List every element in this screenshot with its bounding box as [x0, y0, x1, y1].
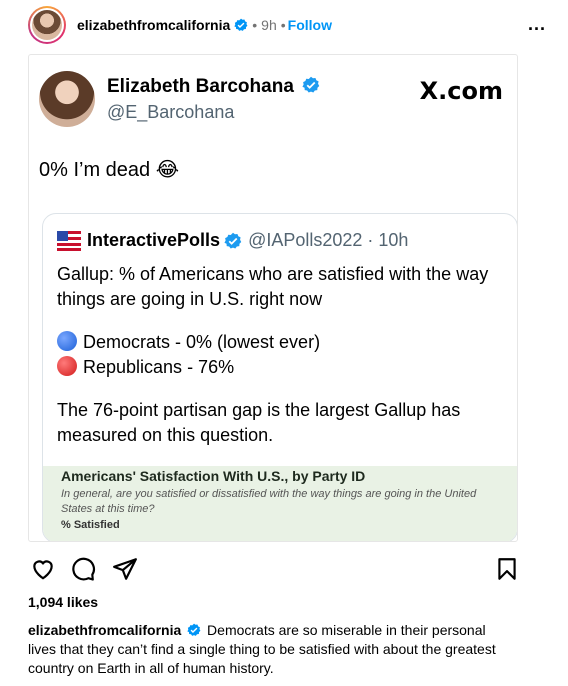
- caption-username[interactable]: elizabethfromcalifornia: [28, 622, 181, 638]
- more-options-button[interactable]: ...: [528, 14, 546, 35]
- follow-dot: •: [280, 17, 286, 33]
- verified-icon: [234, 18, 248, 31]
- quote-author-name: InteractivePolls: [87, 230, 221, 250]
- gallup-label: % Satisfied: [61, 519, 120, 531]
- action-bar: [28, 556, 518, 582]
- profile-avatar[interactable]: [28, 6, 66, 44]
- x-com-logo: X.com: [419, 77, 503, 105]
- tweet-header: Elizabeth Barcohana @E_Barcohana X.com: [39, 71, 509, 131]
- post-media[interactable]: Elizabeth Barcohana @E_Barcohana X.com 0…: [28, 54, 518, 542]
- avatar-image: [32, 10, 62, 40]
- red-circle-icon: [57, 356, 77, 376]
- quote-author-handle: @IAPolls2022 · 10h: [248, 230, 409, 250]
- tweet-text: 0% I’m dead 😂: [39, 159, 180, 181]
- quote-header: InteractivePolls @IAPolls2022 · 10h: [57, 230, 408, 251]
- post-caption: elizabethfromcalifornia Democrats are so…: [28, 621, 508, 678]
- gallup-chart-header: Americans' Satisfaction With U.S., by Pa…: [43, 466, 517, 541]
- quote-rep-line: Republicans - 76%: [57, 355, 507, 380]
- quote-line-2: The 76-point partisan gap is the largest…: [57, 400, 461, 445]
- bookmark-icon[interactable]: [494, 556, 520, 582]
- verified-icon: [187, 623, 201, 636]
- follow-button[interactable]: Follow: [288, 17, 332, 33]
- tweet-author-name: Elizabeth Barcohana: [107, 76, 320, 98]
- gallup-title: Americans' Satisfaction With U.S., by Pa…: [61, 468, 366, 484]
- likes-count[interactable]: 1,094 likes: [28, 594, 98, 610]
- quote-dem-line: Democrats - 0% (lowest ever): [57, 330, 507, 355]
- verified-icon: [302, 76, 320, 93]
- quote-body: Gallup: % of Americans who are satisfied…: [57, 262, 507, 448]
- verified-icon: [224, 232, 242, 248]
- quote-line-1: Gallup: % of Americans who are satisfied…: [57, 264, 489, 309]
- post-time: 9h: [261, 17, 277, 33]
- quoted-tweet: InteractivePolls @IAPolls2022 · 10h Gall…: [42, 213, 517, 541]
- share-icon[interactable]: [112, 556, 138, 582]
- post-header: elizabethfromcalifornia • 9h • Follow ..…: [28, 6, 548, 44]
- tweet-author-handle: @E_Barcohana: [107, 102, 235, 122]
- comment-icon[interactable]: [70, 556, 96, 582]
- post-username[interactable]: elizabethfromcalifornia: [77, 17, 230, 33]
- post-time-dot: •: [252, 17, 258, 33]
- heart-icon[interactable]: [30, 556, 56, 582]
- flag-icon: [57, 230, 81, 251]
- gallup-subtitle: In general, are you satisfied or dissati…: [61, 488, 477, 515]
- blue-circle-icon: [57, 331, 77, 351]
- tweet-avatar: [39, 71, 95, 127]
